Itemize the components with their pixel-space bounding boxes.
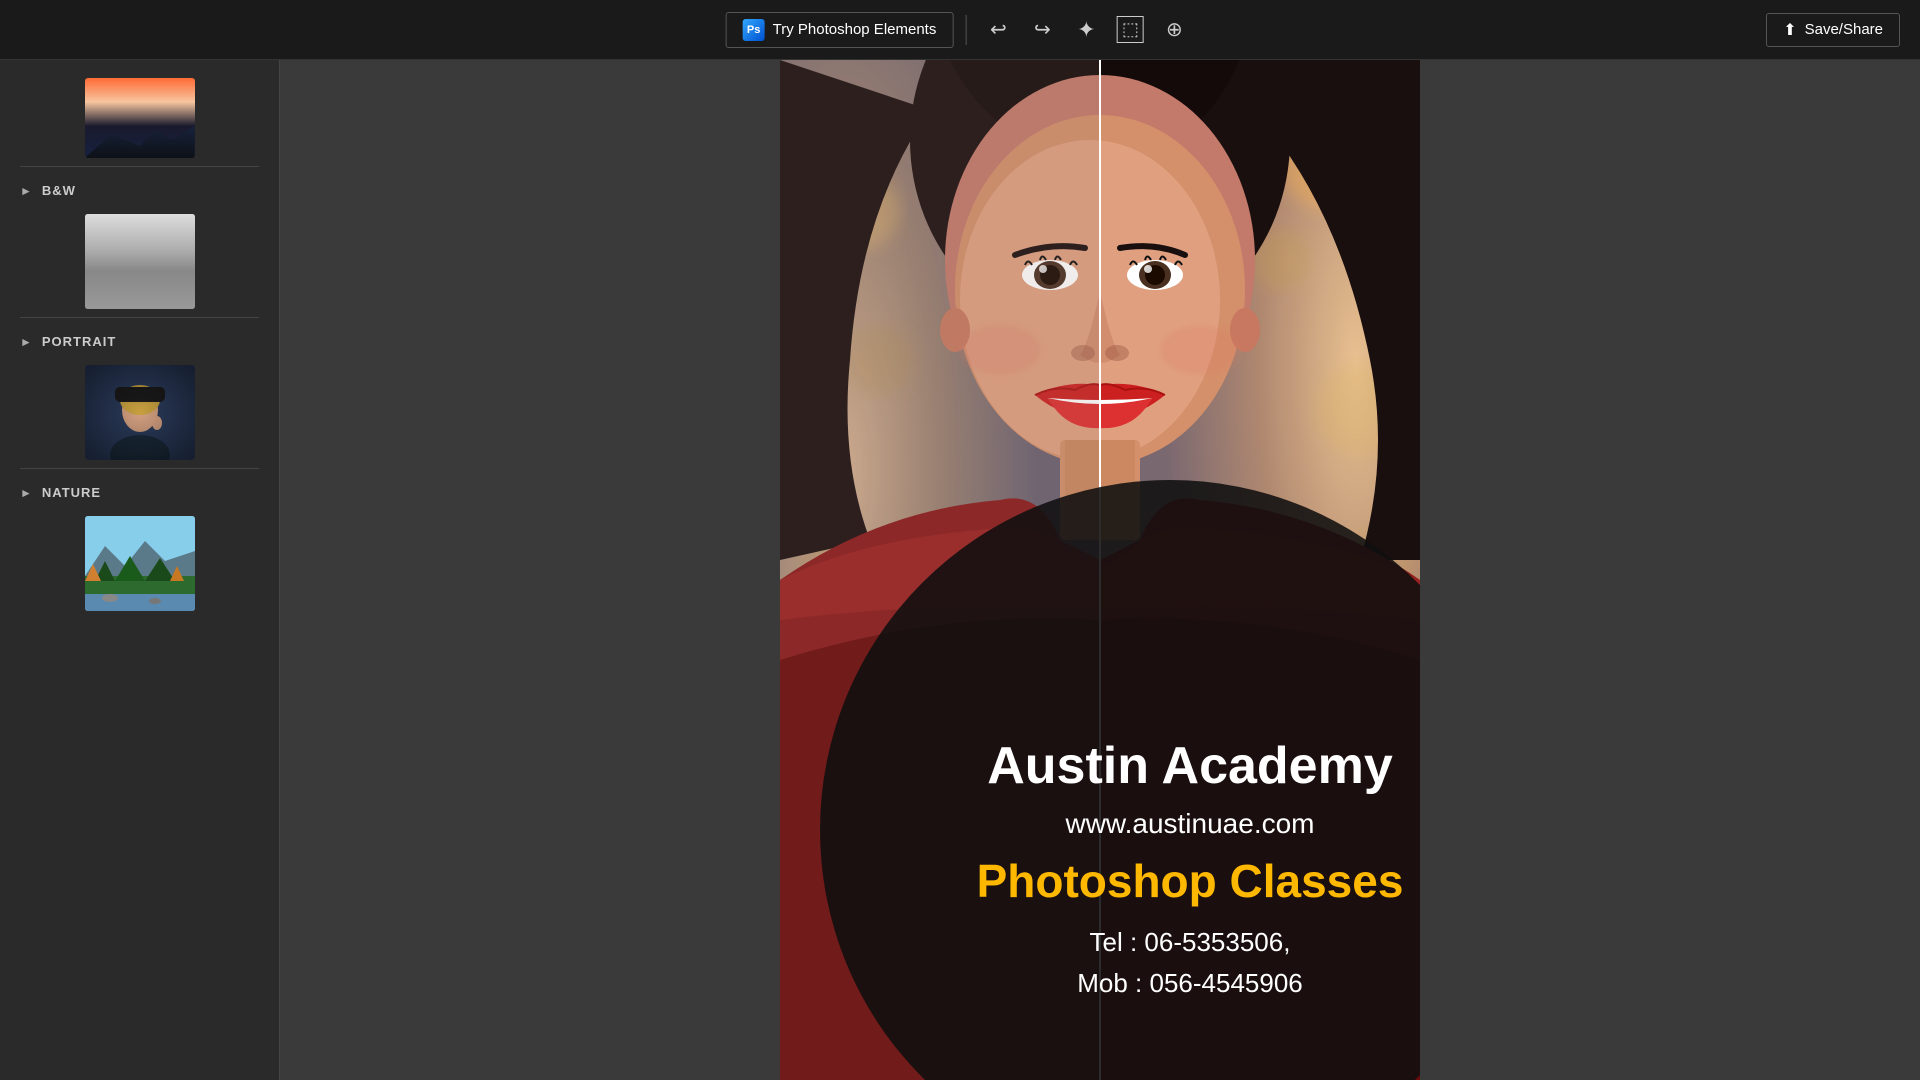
sidebar-divider-bw xyxy=(20,317,259,318)
ps-icon: Ps xyxy=(743,19,765,41)
redo-icon: ↪ xyxy=(1034,17,1051,42)
undo-icon: ↩ xyxy=(990,17,1007,42)
try-photoshop-button[interactable]: Ps Try Photoshop Elements xyxy=(726,12,954,48)
brand-name: Austin Academy xyxy=(987,735,1393,797)
sidebar-item-nature[interactable]: ► NATURE xyxy=(0,477,279,508)
sidebar-item-portrait[interactable]: ► PORTRAIT xyxy=(0,326,279,357)
compare-button[interactable]: ⬚ xyxy=(1110,10,1150,50)
bridge-svg xyxy=(85,214,195,309)
classes-label: Photoshop Classes xyxy=(977,854,1404,908)
zoom-button[interactable]: ⊕ xyxy=(1154,10,1194,50)
redo-button[interactable]: ↪ xyxy=(1022,10,1062,50)
zoom-icon: ⊕ xyxy=(1166,17,1183,42)
save-share-button[interactable]: ⬆ Save/Share xyxy=(1766,13,1900,47)
thumbnail-portrait[interactable] xyxy=(85,365,195,460)
share-icon: ⬆ xyxy=(1783,20,1796,40)
photo-container: Austin Academy www.austinuae.com Photosh… xyxy=(780,60,1420,1080)
divider xyxy=(965,15,966,45)
contact-line2: Mob : 056-4545906 xyxy=(1077,968,1303,998)
nature-svg xyxy=(85,516,195,611)
contact-line1: Tel : 06-5353506, xyxy=(1090,927,1291,957)
undo-button[interactable]: ↩ xyxy=(978,10,1018,50)
compare-icon: ⬚ xyxy=(1117,16,1144,43)
try-photoshop-label: Try Photoshop Elements xyxy=(773,21,937,38)
contact-info: Tel : 06-5353506, Mob : 056-4545906 xyxy=(1077,922,1303,1005)
magic-icon: ✦ xyxy=(1077,17,1095,43)
chevron-portrait-icon: ► xyxy=(20,335,32,349)
thumbnail-mountain[interactable] xyxy=(85,78,195,158)
canvas-area: Austin Academy www.austinuae.com Photosh… xyxy=(280,60,1920,1080)
sidebar-divider-portrait xyxy=(20,468,259,469)
website-url: www.austinuae.com xyxy=(1065,808,1314,840)
top-bar: Ps Try Photoshop Elements ↩ ↪ ✦ ⬚ ⊕ ⬆ Sa… xyxy=(0,0,1920,60)
thumbnail-bridge[interactable] xyxy=(85,214,195,309)
magic-button[interactable]: ✦ xyxy=(1066,10,1106,50)
thumbnail-nature[interactable] xyxy=(85,516,195,611)
main-content: ► B&W xyxy=(0,60,1920,1080)
sidebar: ► B&W xyxy=(0,60,280,1080)
sidebar-nature-label: NATURE xyxy=(42,485,101,500)
portrait-svg xyxy=(85,365,195,460)
top-bar-right-actions: ⬆ Save/Share xyxy=(1766,13,1900,47)
chevron-nature-icon: ► xyxy=(20,486,32,500)
sidebar-divider-top xyxy=(20,166,259,167)
chevron-bw-icon: ► xyxy=(20,184,32,198)
sidebar-bw-label: B&W xyxy=(42,183,76,198)
sidebar-portrait-label: PORTRAIT xyxy=(42,334,116,349)
sidebar-item-bw[interactable]: ► B&W xyxy=(0,175,279,206)
save-share-label: Save/Share xyxy=(1805,21,1883,38)
